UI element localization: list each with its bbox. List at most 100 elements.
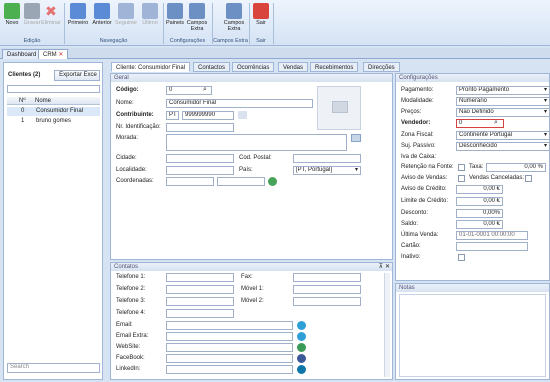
cartao-field[interactable]: [456, 242, 528, 251]
first-button[interactable]: Primeiro: [67, 2, 89, 32]
telefone1-field[interactable]: [166, 273, 234, 282]
modalidade-select[interactable]: Numerário: [456, 97, 550, 106]
document-tabs: Dashboard CRM ✕: [0, 48, 550, 59]
table-row[interactable]: 0 Consumidor Final: [7, 107, 100, 116]
next-button[interactable]: Seguinte: [115, 2, 137, 32]
tab-contactos[interactable]: Contactos: [193, 62, 231, 72]
localidade-field[interactable]: [166, 166, 234, 175]
delete-button[interactable]: ✖ Eliminar: [40, 2, 62, 32]
inativo-checkbox[interactable]: [458, 254, 465, 261]
cidade-field[interactable]: [166, 154, 234, 163]
notas-panel: Notas: [395, 283, 550, 380]
tab-vendas[interactable]: Vendas: [278, 62, 309, 72]
contribuinte-field[interactable]: 999999990: [182, 111, 234, 120]
suj-passivo-select[interactable]: Desconhecido: [456, 142, 550, 151]
clients-panel: Clientes (2) Exportar Exce Nº Nome 0 Con…: [3, 62, 103, 380]
cod-postal-field[interactable]: [293, 154, 361, 163]
limite-credito-field[interactable]: 0,00 €: [456, 197, 503, 206]
export-excel-button[interactable]: Exportar Exce: [54, 70, 100, 81]
map-icon[interactable]: [268, 177, 277, 186]
image-icon: [332, 101, 348, 113]
precos-select[interactable]: Não Definido: [456, 108, 550, 117]
clients-filter-input[interactable]: [7, 85, 100, 93]
pais-select[interactable]: [PT, Portugal]: [293, 166, 361, 175]
inativo-label: Inativo:: [401, 254, 421, 260]
telefone3-field[interactable]: [166, 297, 234, 306]
facebook-field[interactable]: [166, 354, 293, 363]
movel2-field[interactable]: [293, 297, 361, 306]
facebook-label: FaceBook:: [116, 355, 145, 361]
group-sair: Sair: [256, 38, 266, 44]
photo-placeholder[interactable]: [317, 86, 361, 130]
col-nome[interactable]: Nome: [35, 97, 51, 105]
saldo-field[interactable]: 0,00 €: [456, 220, 503, 229]
previous-button[interactable]: Anterior: [91, 2, 113, 32]
zona-fiscal-select[interactable]: Continente Portugal: [456, 131, 550, 140]
extra-fields-icon: [226, 3, 242, 19]
movel2-label: Móvel 2:: [241, 298, 264, 304]
notes-textarea[interactable]: [399, 294, 546, 377]
latitude-field[interactable]: [166, 177, 214, 186]
contactos-title: Contatos: [111, 263, 392, 271]
longitude-field[interactable]: [217, 177, 265, 186]
panels-button[interactable]: Paineis: [164, 2, 186, 32]
new-button[interactable]: Novo: [1, 2, 23, 32]
zona-fiscal-label: Zona Fiscal:: [401, 132, 434, 138]
email-label: Email:: [116, 322, 133, 328]
extra-fields-config-button[interactable]: Campos Extra: [186, 2, 208, 32]
last-icon: [142, 3, 158, 19]
exit-icon: [253, 3, 269, 19]
search-icon[interactable]: ⌕: [494, 119, 498, 127]
nome-field[interactable]: Consumidor Final: [166, 99, 313, 108]
col-numero[interactable]: Nº: [19, 97, 26, 105]
pin-icon[interactable]: ⊼: [379, 263, 383, 270]
morada-field[interactable]: [166, 134, 347, 151]
email-icon[interactable]: [297, 321, 306, 330]
telefone2-field[interactable]: [166, 285, 234, 294]
tab-dashboard[interactable]: Dashboard: [2, 49, 42, 59]
email-icon[interactable]: [297, 332, 306, 341]
search-icon[interactable]: ⌕: [203, 86, 207, 94]
linkedin-field[interactable]: [166, 365, 293, 374]
tab-direccoes[interactable]: Direcções: [363, 62, 400, 72]
aviso-credito-field[interactable]: 0,00 €: [456, 185, 503, 194]
exit-button[interactable]: Sair: [250, 2, 272, 32]
scrollbar[interactable]: [384, 273, 390, 377]
ultima-venda-field[interactable]: 01-01-0001 00:00:00: [456, 231, 528, 240]
globe-icon[interactable]: [297, 343, 306, 352]
iva-caixa-label: Iva de Caixa:: [401, 154, 437, 160]
map-pin-icon[interactable]: [351, 134, 361, 142]
country-code-field[interactable]: PT: [166, 111, 179, 120]
desconto-field[interactable]: 0,00%: [456, 209, 503, 218]
cidade-label: Cidade:: [116, 155, 137, 161]
extra-fields-button[interactable]: Campos Extra: [223, 2, 245, 32]
vendas-canceladas-checkbox[interactable]: [525, 175, 532, 182]
email-extra-field[interactable]: [166, 332, 293, 341]
nr-identificacao-field[interactable]: [166, 123, 234, 132]
linkedin-icon[interactable]: [297, 365, 306, 374]
tab-recebimentos[interactable]: Recebimentos: [310, 62, 359, 72]
telefone4-field[interactable]: [166, 309, 234, 318]
new-icon: [4, 3, 20, 19]
pagamento-select[interactable]: Pronto Pagamento: [456, 86, 550, 95]
movel1-field[interactable]: [293, 285, 361, 294]
aviso-vendas-checkbox[interactable]: [458, 175, 465, 182]
close-icon[interactable]: ✕: [385, 263, 390, 270]
table-row[interactable]: 1 bruno gomes: [7, 117, 100, 126]
cartao-label: Cartão:: [401, 243, 421, 249]
taxa-field[interactable]: 0,00 %: [486, 163, 546, 172]
retencao-checkbox[interactable]: [458, 164, 465, 171]
client-tabs: Cliente: Consumidor Final Contactos Ocor…: [107, 62, 407, 72]
website-field[interactable]: [166, 343, 293, 352]
contactos-panel: Contatos ⊼ ✕ Telefone 1: Telefone 2: Tel…: [110, 262, 393, 380]
validate-icon[interactable]: [238, 111, 247, 119]
search-input[interactable]: Search: [7, 363, 100, 373]
tab-ocorrencias[interactable]: Ocorrências: [232, 62, 275, 72]
fax-field[interactable]: [293, 273, 361, 282]
tab-crm[interactable]: CRM ✕: [38, 49, 69, 59]
facebook-icon[interactable]: [297, 354, 306, 363]
close-icon[interactable]: ✕: [58, 52, 63, 58]
last-button[interactable]: Último: [139, 2, 161, 32]
tab-cliente[interactable]: Cliente: Consumidor Final: [111, 62, 191, 72]
email-field[interactable]: [166, 321, 293, 330]
